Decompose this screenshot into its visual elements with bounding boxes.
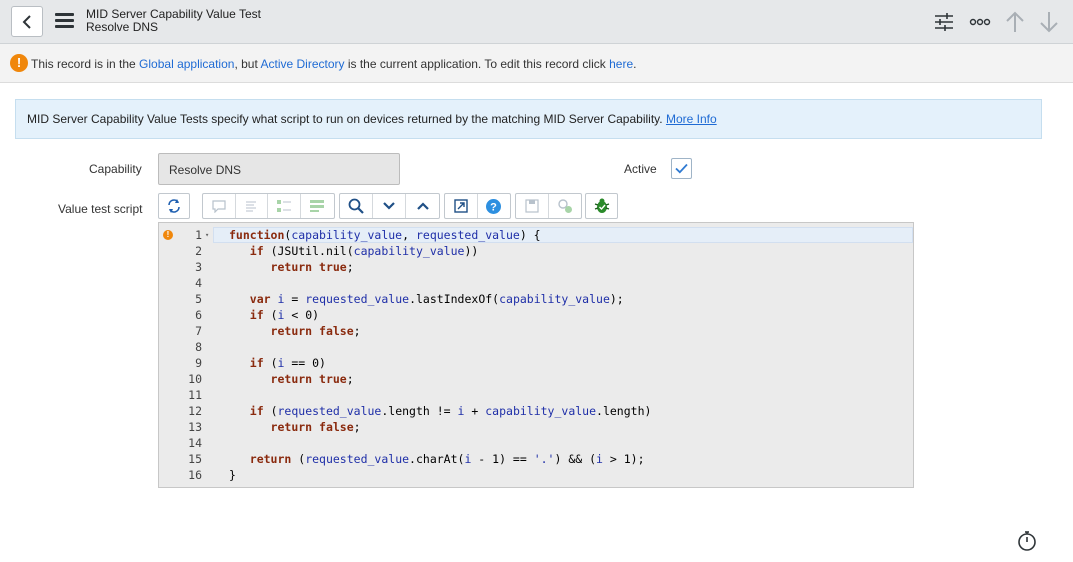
back-button[interactable] (11, 6, 43, 37)
form-header: MID Server Capability Value Test Resolve… (0, 0, 1073, 44)
insert-macro-button[interactable] (301, 194, 334, 218)
response-time-icon[interactable] (1016, 530, 1038, 552)
code-line: if (i < 0) (249, 308, 320, 322)
bug-icon (594, 198, 609, 213)
back-icon (22, 14, 31, 29)
active-label: Active (624, 162, 657, 176)
more-icon[interactable] (969, 17, 991, 27)
code-line: var i = requested_value.lastIndexOf(capa… (249, 292, 624, 306)
help-button[interactable]: ? (478, 194, 511, 218)
find-next-button[interactable] (373, 194, 406, 218)
capability-field[interactable]: Resolve DNS (158, 153, 400, 185)
header-actions (933, 10, 1059, 34)
global-application-link[interactable]: Global application (139, 57, 234, 71)
line-number: 9 (195, 356, 202, 370)
format-icon (246, 201, 257, 212)
chevron-up-icon (416, 202, 429, 210)
info-text: MID Server Capability Value Tests specif… (27, 112, 717, 126)
editor-toolbar-group-save (515, 193, 582, 219)
line-number: 2 (195, 244, 202, 258)
editor-toolbar-group-format (202, 193, 335, 219)
find-previous-button[interactable] (406, 194, 439, 218)
arrow-down-icon[interactable] (1039, 11, 1059, 33)
notice-text: , but (234, 57, 261, 71)
code-line: if (requested_value.length != i + capabi… (249, 404, 652, 418)
line-number: 10 (188, 372, 202, 386)
line-number: 8 (195, 340, 202, 354)
insert-script-button[interactable] (268, 194, 301, 218)
header-titles: MID Server Capability Value Test Resolve… (86, 8, 261, 34)
save-icon (525, 199, 539, 213)
more-info-link[interactable]: More Info (666, 112, 717, 126)
active-checkbox[interactable] (671, 158, 692, 179)
macro-insert-icon (310, 200, 325, 212)
test-script-button[interactable] (549, 194, 582, 218)
fold-toggle-icon[interactable]: ▾ (205, 227, 209, 243)
info-message: MID Server Capability Value Tests specif… (27, 112, 663, 126)
expand-icon (454, 199, 468, 213)
format-code-button[interactable] (236, 194, 268, 218)
arrow-up-icon[interactable] (1005, 11, 1025, 33)
chevron-down-icon (383, 202, 395, 210)
notice-text: . (633, 57, 637, 71)
record-name-title: Resolve DNS (86, 20, 159, 34)
capability-label: Capability (89, 162, 142, 176)
settings-sliders-icon[interactable] (933, 11, 955, 33)
syntax-toggle-icon (168, 199, 180, 213)
help-icon: ? (486, 198, 502, 214)
code-line: if (JSUtil.nil(capability_value)) (249, 244, 479, 258)
menu-icon[interactable] (55, 13, 74, 30)
search-button[interactable] (340, 194, 373, 218)
editor-toolbar-group-search (339, 193, 440, 219)
checkmark-icon (675, 163, 688, 174)
code-content: ! 1 ▾ function(capability_value, requested_… (159, 227, 913, 483)
warning-icon: ! (10, 54, 28, 72)
script-insert-icon (276, 200, 291, 212)
notice-text: is the current application. To edit this… (344, 57, 610, 71)
line-number: 11 (188, 388, 202, 402)
fullscreen-button[interactable] (445, 194, 478, 218)
line-number: 13 (188, 420, 202, 434)
line-number: 14 (188, 436, 202, 450)
editor-toolbar-group-help: ? (444, 193, 511, 219)
line-number: 7 (195, 324, 202, 338)
value-test-script-label: Value test script (58, 202, 143, 216)
line-number: 12 (188, 404, 202, 418)
search-icon (348, 198, 364, 214)
code-line: } (229, 468, 236, 482)
code-line: return true; (270, 260, 354, 274)
info-banner: MID Server Capability Value Tests specif… (15, 99, 1042, 139)
code-line: return false; (270, 324, 361, 338)
notice-message: This record is in the Global application… (31, 57, 636, 71)
line-number: 1 (195, 228, 202, 242)
active-directory-link[interactable]: Active Directory (260, 57, 344, 71)
code-line: if (i == 0) (249, 356, 326, 370)
line-number: 15 (188, 452, 202, 466)
line-number: 6 (195, 308, 202, 322)
code-line: return true; (270, 372, 354, 386)
comment-button[interactable] (203, 194, 236, 218)
line-number: 5 (195, 292, 202, 306)
toggle-syntax-editor-button[interactable] (158, 193, 190, 219)
save-script-button[interactable] (516, 194, 549, 218)
code-line: function(capability_value, requested_val… (229, 228, 541, 242)
line-number: 3 (195, 260, 202, 274)
notice-text: This record is in the (31, 57, 140, 71)
test-icon (558, 199, 572, 213)
script-debugger-button[interactable] (585, 193, 618, 219)
line-number: 16 (188, 468, 202, 482)
script-editor[interactable]: ! 1 ▾ function(capability_value, requested_… (158, 222, 914, 488)
line-number: 4 (195, 276, 202, 290)
code-line: return (requested_value.charAt(i - 1) ==… (249, 452, 645, 466)
comment-icon (212, 199, 226, 213)
code-line: return false; (270, 420, 361, 434)
svg-text:?: ? (490, 201, 497, 213)
edit-here-link[interactable]: here (609, 57, 633, 71)
application-scope-notice: ! This record is in the Global applicati… (0, 44, 1073, 83)
